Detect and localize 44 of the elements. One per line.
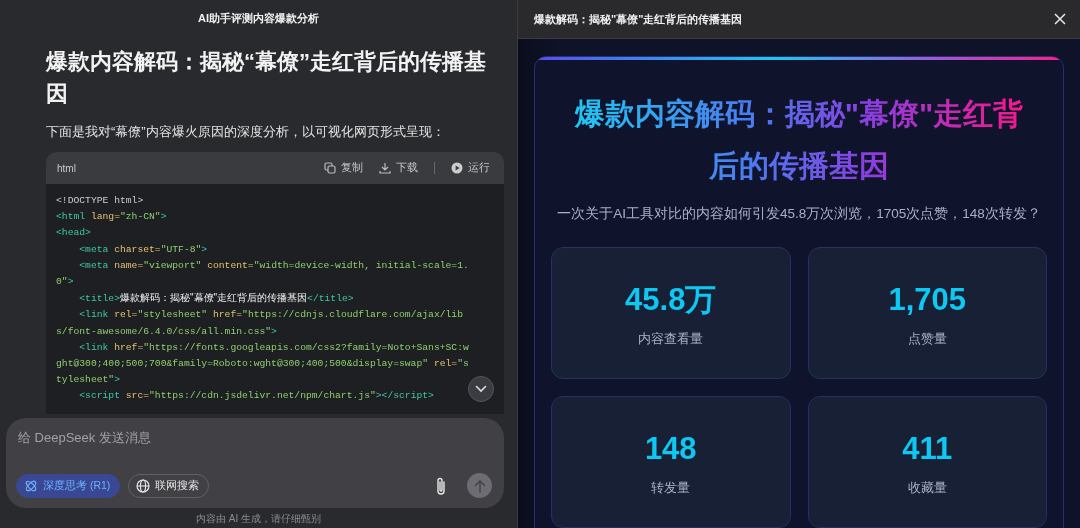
code-line: <!DOCTYPE html> <box>56 194 144 208</box>
download-button[interactable]: 下载 <box>379 161 418 175</box>
code-line: <meta name="viewport" content="width=device-width, initial-scale=1. <box>78 258 469 273</box>
code-line: s/font-awesome/6.4.0/css/all.min.css"> <box>56 324 277 339</box>
code-line: <html lang="zh-CN"> <box>56 210 167 225</box>
code-line: <head> <box>56 226 91 241</box>
preview-title: 爆款解码：揭秘"幕僚"走红背后的传播基因 <box>534 11 744 27</box>
stat-label: 内容查看量 <box>638 330 704 348</box>
run-button[interactable]: 运行 <box>451 161 490 175</box>
mode-toggle[interactable]: 深度思考 (R1) <box>16 473 121 498</box>
stat-value: 148 <box>644 431 697 467</box>
code-line: tylesheet"> <box>56 373 120 388</box>
stat-value: 1,705 <box>888 282 967 318</box>
code-line: <meta charset="UTF-8"> <box>78 242 208 257</box>
close-button[interactable] <box>1054 13 1066 25</box>
language-label: html <box>57 162 77 174</box>
disclaimer-text: 内容由 AI 生成，请仔细甄别 <box>196 512 321 526</box>
code-line: <title>爆款解码：揭秘"幕僚"走红背后的传播基因</title> <box>78 291 354 307</box>
globe-icon <box>136 478 151 493</box>
stat-label: 收藏量 <box>907 479 947 497</box>
preview-subtitle: 一次关于AI工具对比的内容如何引发45.8万次浏览，1705次点赞，148次转发？ <box>556 205 1042 223</box>
stat-value: 411 <box>902 431 953 467</box>
arrow-up-icon <box>473 478 486 493</box>
message-field[interactable]: 给 DeepSeek 发送消息 <box>16 428 320 447</box>
close-icon <box>1054 13 1066 25</box>
code-line: 0"> <box>56 275 74 289</box>
answer-heading: 爆款内容解码：揭秘“幕僚”走红背后的传播基因 <box>46 48 487 108</box>
copy-icon <box>324 162 336 174</box>
code-line: <link rel="stylesheet" href="https://cdnjs.cloudflare.com/ajax/lib <box>78 308 463 323</box>
attach-button[interactable] <box>435 475 447 496</box>
code-line: <link href="https://fonts.googleapis.com/css2?family=Noto+Sans+SC:w <box>78 340 469 355</box>
stat-label: 转发量 <box>651 479 691 497</box>
atom-icon <box>24 478 38 493</box>
stat-value: 45.8万 <box>625 282 717 318</box>
answer-text: 下面是我对“幕僚”内容爆火原因的深度分析，以可视化网页形式呈现： <box>46 123 446 141</box>
chat-title: AI助手评测内容爆款分析 <box>198 10 319 26</box>
download-icon <box>379 162 391 174</box>
code-line: ght@300;400;500;700&family=Roboto:wght@300;400;500&display=swap" rel="s <box>56 357 469 372</box>
play-icon <box>451 162 463 174</box>
paperclip-icon <box>435 475 447 496</box>
chevron-down-icon <box>475 385 487 393</box>
stat-label: 点赞量 <box>907 330 947 348</box>
code-line: <script src="https://cdn.jsdelivr.net/npm/chart.js"></script> <box>78 389 434 404</box>
copy-button[interactable]: 复制 <box>324 161 363 175</box>
